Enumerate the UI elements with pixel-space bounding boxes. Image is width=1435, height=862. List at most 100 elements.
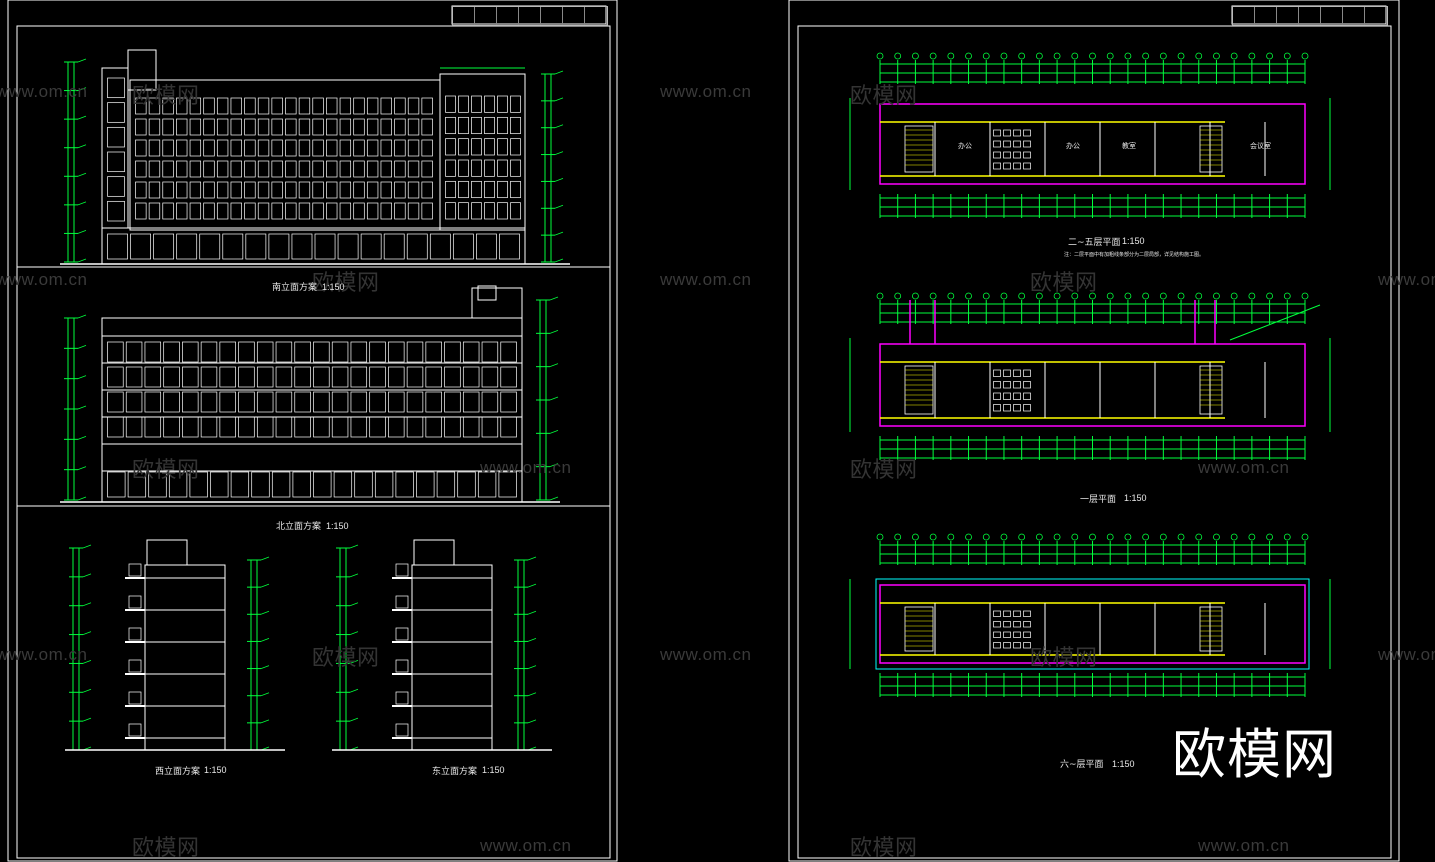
facade-window [162,139,174,157]
facade-window [366,202,379,220]
desk [1013,140,1021,148]
axis-bubble [894,533,902,541]
facade-window [331,391,349,413]
axis-bubble [1301,52,1309,60]
west-elevation-scale: 1:150 [204,765,227,775]
facade-window [135,139,147,157]
facade-window [458,116,469,135]
facade-window [510,116,521,135]
facade-window [275,366,293,388]
facade-window [200,416,218,438]
facade-window [444,416,461,438]
balcony [395,627,409,641]
section-body [411,564,493,751]
axis-bubble [1106,533,1114,541]
axis-bubble [1266,292,1273,300]
east-elevation-scale: 1:150 [482,765,505,775]
facade-window [107,176,125,197]
level-marker [527,638,537,642]
facade-window [421,97,433,115]
axis-bubble [1000,292,1008,300]
facade-window [203,139,215,157]
facade-window [407,139,420,157]
watermark-brand: 欧模网 [850,458,918,483]
balcony [128,563,142,577]
facade-window [298,202,311,220]
shopfront-window [222,233,244,260]
desk [1013,381,1021,389]
facade-window [203,202,215,220]
desk [1023,129,1031,137]
shopfront-window [199,233,221,260]
facade-window [200,366,218,388]
facade-window [350,341,368,363]
shopfront-window [499,233,520,260]
facade-window [271,181,283,199]
facade-window [230,202,242,220]
level-marker [77,144,87,149]
desk [993,151,1001,159]
facade-window [380,139,392,157]
top-plan-scale: 1:150 [1112,759,1135,769]
facade-window [135,202,147,220]
facade-window [458,202,469,220]
balcony [128,627,142,641]
axis-bubble [1230,533,1238,541]
facade-window [216,97,229,115]
level-marker [554,70,564,75]
facade-window [135,118,147,136]
facade-window [298,160,311,178]
facade-window [394,202,406,220]
facade-window [244,202,256,220]
facade-window [462,416,480,438]
facade-window [350,391,368,413]
facade-window [481,366,499,388]
facade-window [421,181,433,199]
desk [993,369,1001,377]
facade-window [394,160,406,178]
facade-window [458,180,469,199]
axis-bubble [1213,292,1220,300]
stair-tower [101,67,129,229]
facade-window [406,366,424,388]
watermark-url: www.om.cn [480,836,572,855]
facade-window [500,416,517,438]
facade-window [107,391,124,413]
facade-window [176,181,188,199]
ground-window [292,471,311,498]
level-marker [77,314,87,319]
ground-window [313,471,332,498]
watermark-url: www.om.cn [1198,836,1290,855]
facade-window [271,139,283,157]
facade-window [425,341,442,363]
axis-bubble [1053,533,1061,541]
facade-window [425,416,442,438]
watermark-url: www.om.cn [0,82,88,101]
ground-window [354,471,373,498]
facade-window [148,160,161,178]
level-marker [77,201,87,206]
facade-window [326,139,338,157]
level-marker [554,97,564,102]
desk [1023,140,1031,148]
facade-window [230,118,242,136]
level-marker [549,496,559,501]
watermark-url: www.om.cn [0,270,88,289]
axis-bubble [1018,533,1026,541]
level-marker [82,631,92,635]
facade-window [162,181,174,199]
facade-window [125,416,143,438]
axis-bubble [947,52,955,60]
facade-window [406,341,424,363]
facade-window [458,95,469,113]
facade-window [331,366,349,388]
facade-window [326,97,338,115]
level-marker [549,363,559,368]
facade-window [257,118,270,136]
desk [993,642,1001,649]
facade-window [388,366,405,388]
watermark-brand: 欧模网 [1030,646,1098,671]
facade-window [471,180,482,199]
shopfront-window [245,233,267,260]
facade-window [445,95,456,113]
